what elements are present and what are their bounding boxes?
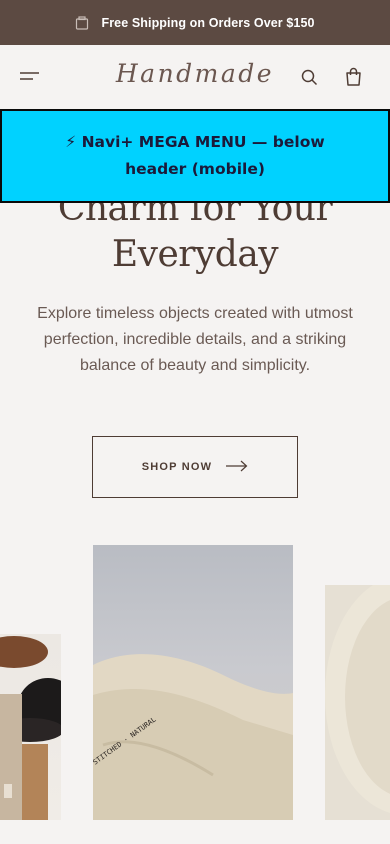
site-header: Handmade xyxy=(0,45,390,109)
mega-menu-placeholder[interactable]: ⚡ Navi+ MEGA MENU — below header (mobile… xyxy=(0,109,390,203)
mega-menu-text: ⚡ Navi+ MEGA MENU — below header (mobile… xyxy=(65,133,325,178)
product-image-hats[interactable] xyxy=(0,634,61,820)
announcement-bar: Free Shipping on Orders Over $150 xyxy=(0,0,390,45)
arrow-right-icon xyxy=(226,460,248,475)
site-logo[interactable]: Handmade xyxy=(0,59,390,88)
search-icon[interactable] xyxy=(301,69,318,86)
shopping-bag-icon[interactable] xyxy=(345,67,362,86)
announcement-text: Free Shipping on Orders Over $150 xyxy=(101,15,315,30)
gift-icon xyxy=(75,15,89,30)
product-image-linen-tote[interactable]: STITCHED · NATURAL xyxy=(93,545,293,820)
hero-title-line-2: Everyday xyxy=(111,234,279,275)
shop-now-button[interactable]: SHOP NOW xyxy=(92,436,298,498)
hero-description: Explore timeless objects created with ut… xyxy=(37,305,353,374)
product-image-ceramic-plate[interactable] xyxy=(325,585,390,820)
shop-now-label: SHOP NOW xyxy=(141,461,213,473)
